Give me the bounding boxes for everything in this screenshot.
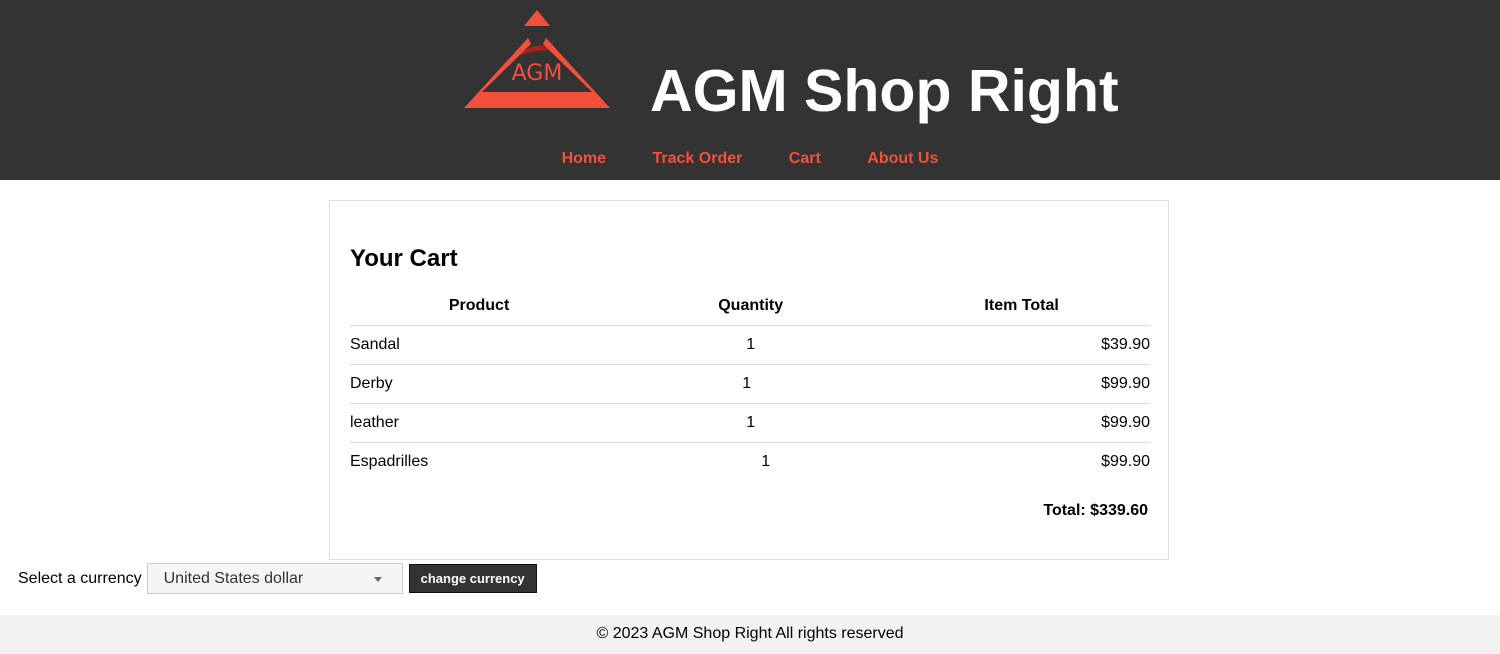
cart-product-name: Espadrilles — [350, 453, 429, 470]
currency-select[interactable]: United States dollar — [146, 563, 403, 594]
cart-product-name: Derby — [350, 364, 609, 404]
table-row: Derby 1 $99.90 — [350, 364, 1150, 404]
cart-table-header: Product Quantity Item Total — [350, 287, 1150, 326]
currency-selected-value: United States dollar — [163, 570, 304, 587]
agm-logo[interactable]: AGM — [464, 8, 610, 110]
cart-quantity: 1 — [608, 325, 894, 365]
cart-panel: Your Cart Product Quantity Item Total Sa… — [329, 200, 1169, 560]
cart-product-name: Sandal — [350, 325, 609, 365]
cart-title: Your Cart — [350, 245, 458, 272]
nav-track-order[interactable]: Track Order — [653, 150, 743, 167]
table-row: Sandal 1 $39.90 — [350, 325, 1150, 365]
currency-form: Select a currency United States dollar c… — [18, 562, 537, 595]
nav-cart[interactable]: Cart — [789, 150, 821, 167]
column-header-product: Product — [350, 287, 609, 326]
change-currency-button[interactable]: change currency — [408, 564, 537, 593]
chevron-down-icon — [373, 577, 382, 582]
cart-quantity: 1 — [608, 403, 894, 443]
cart-item-total: $99.90 — [1101, 453, 1150, 470]
cart-item-total: $99.90 — [893, 403, 1150, 443]
cart-product-name: leather — [350, 403, 609, 443]
site-footer: © 2023 AGM Shop Right All rights reserve… — [0, 615, 1500, 654]
column-header-quantity: Quantity — [608, 287, 894, 326]
site-title: AGM Shop Right — [650, 58, 1119, 124]
cart-quantity: 1 — [761, 453, 771, 470]
nav-home[interactable]: Home — [562, 150, 606, 167]
cart-quantity: 1 — [608, 364, 894, 404]
cart-item-total: $39.90 — [893, 325, 1150, 365]
cart-total: Total: $339.60 — [1043, 502, 1148, 519]
footer-copyright: © 2023 AGM Shop Right All rights reserve… — [596, 625, 904, 642]
currency-label: Select a currency — [18, 569, 142, 587]
table-row: leather 1 $99.90 — [350, 403, 1150, 443]
cart-table: Product Quantity Item Total Sandal 1 $39… — [350, 287, 1150, 481]
table-row: Espadrilles 1 $99.90 — [350, 443, 1150, 482]
cart-item-total: $99.90 — [893, 364, 1150, 404]
logo-text: AGM — [512, 61, 563, 86]
site-header: AGM AGM Shop Right Home Track Order Cart… — [0, 0, 1500, 180]
column-header-item-total: Item Total — [893, 287, 1150, 326]
nav-about-us[interactable]: About Us — [867, 150, 938, 167]
main-nav: Home Track Order Cart About Us — [0, 150, 1500, 168]
